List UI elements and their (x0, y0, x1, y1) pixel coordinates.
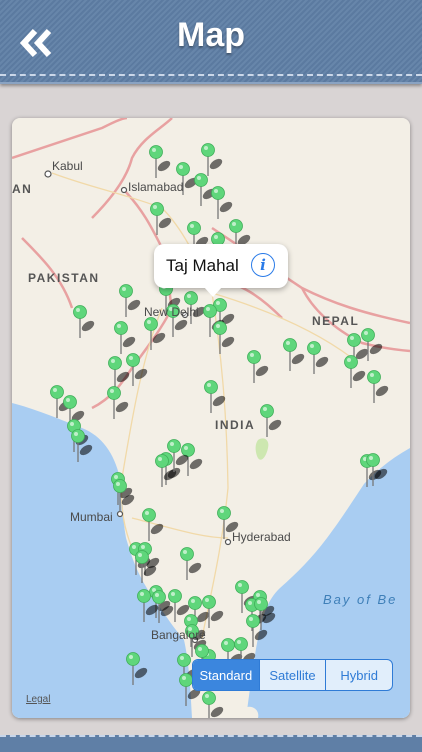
page-title: Map (177, 16, 245, 54)
callout-title: Taj Mahal (166, 256, 239, 275)
info-circle-icon[interactable]: i (251, 253, 275, 277)
city-label-hyderabad: Hyderabad (232, 530, 291, 544)
country-label-pakistan: PAKISTAN (28, 271, 100, 285)
nav-bar-stitch (0, 74, 422, 76)
city-label-mumbai: Mumbai (70, 510, 113, 524)
map-canvas[interactable] (12, 118, 410, 718)
map-type-standard[interactable]: Standard (193, 660, 260, 690)
bottom-bar (0, 735, 422, 752)
country-label-india: INDIA (215, 418, 256, 432)
city-label-new-delhi: New Delhi (144, 305, 199, 319)
city-label-islamabad: Islamabad (128, 180, 184, 194)
nav-bar: Map (0, 0, 422, 84)
legal-link[interactable]: Legal (26, 694, 50, 705)
map-type-hybrid[interactable]: Hybrid (326, 660, 392, 690)
country-label-an: AN (12, 182, 33, 196)
sea-label-bay-of-bengal: Bay of Be (323, 592, 398, 607)
map-type-segmented-control[interactable]: Standard Satellite Hybrid (192, 659, 393, 691)
city-label-kabul: Kabul (52, 159, 83, 173)
city-label-bangalore: Bangalore (151, 628, 206, 642)
map-callout[interactable]: Taj Mahal i (154, 244, 288, 297)
country-label-nepal: NEPAL (312, 314, 360, 328)
map-view[interactable]: Kabul Islamabad New Delhi Mumbai Hyderab… (12, 118, 410, 718)
map-type-satellite[interactable]: Satellite (260, 660, 327, 690)
